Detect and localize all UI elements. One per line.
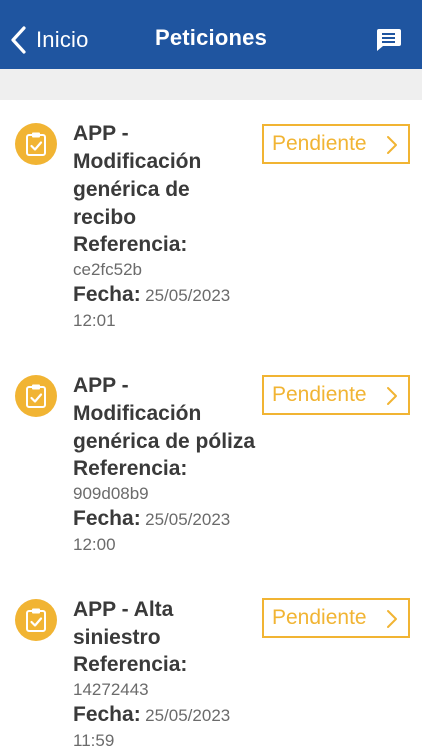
clipboard-check-icon — [15, 599, 57, 641]
chevron-right-icon — [387, 387, 397, 405]
navigation-bar: Inicio Peticiones — [0, 0, 422, 69]
page-title: Peticiones — [154, 25, 268, 50]
status-button[interactable]: Pendiente — [262, 375, 410, 415]
item-title: APP - Alta siniestro — [73, 598, 174, 649]
chat-icon[interactable] — [374, 27, 402, 53]
status-label: Pendiente — [272, 132, 367, 155]
clipboard-check-icon — [15, 123, 57, 165]
time-value: 12:00 — [73, 535, 116, 554]
date-label: Fecha: — [73, 507, 141, 530]
reference-label: Referencia: — [73, 233, 188, 256]
item-details: APP - Modificación genérica de recibo Re… — [73, 120, 263, 332]
reference-label: Referencia: — [73, 457, 188, 480]
date-row: Fecha: 25/05/2023 — [73, 282, 263, 310]
date-value: 25/05/2023 — [145, 706, 231, 725]
item-title: APP - Modificación genérica de póliza — [73, 374, 256, 453]
time-value: 12:01 — [73, 311, 116, 330]
date-value: 25/05/2023 — [145, 510, 231, 529]
date-row: Fecha: 25/05/2023 — [73, 506, 273, 534]
date-label: Fecha: — [73, 283, 141, 306]
reference-label: Referencia: — [73, 653, 188, 676]
status-label: Pendiente — [272, 383, 367, 406]
subheader-bar — [0, 69, 422, 100]
chevron-right-icon — [387, 610, 397, 628]
status-label: Pendiente — [272, 606, 367, 629]
clipboard-check-icon — [15, 375, 57, 417]
reference-value: 909d08b9 — [73, 484, 149, 503]
reference-value: 14272443 — [73, 680, 149, 699]
date-row: Fecha: 25/05/2023 — [73, 702, 263, 730]
chevron-right-icon — [387, 136, 397, 154]
item-title: APP - Modificación genérica de recibo — [73, 122, 202, 229]
status-button[interactable]: Pendiente — [262, 124, 410, 164]
date-label: Fecha: — [73, 703, 141, 726]
item-details: APP - Modificación genérica de póliza Re… — [73, 372, 273, 556]
date-value: 25/05/2023 — [145, 286, 231, 305]
item-details: APP - Alta siniestro Referencia: 1427244… — [73, 596, 263, 750]
time-value: 11:59 — [73, 731, 115, 750]
reference-value: ce2fc52b — [73, 260, 142, 279]
status-button[interactable]: Pendiente — [262, 598, 410, 638]
